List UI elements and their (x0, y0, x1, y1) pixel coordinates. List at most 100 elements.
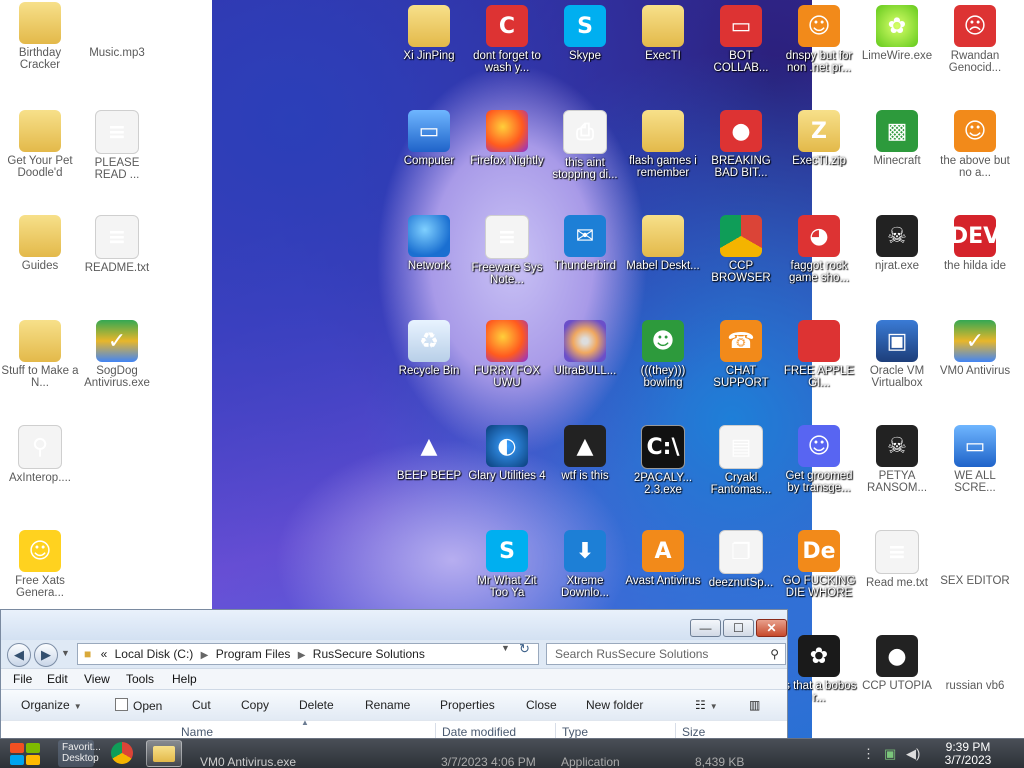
close-folder-button[interactable]: Close (526, 698, 557, 712)
breadcrumb-russecure[interactable]: RusSecure Solutions (313, 647, 425, 661)
desktop-icon[interactable]: Firefox Nightly (468, 110, 546, 167)
new-folder-button[interactable]: New folder (586, 698, 643, 712)
desktop-icon[interactable]: ▣ Oracle VM Virtualbox (858, 320, 936, 389)
desktop-icon[interactable]: ▲ wtf is this (546, 425, 624, 482)
desktop-icon[interactable]: ☺ the above but no a... (936, 110, 1014, 179)
desktop-icon[interactable]: Birthday Cracker (1, 2, 79, 71)
column-divider[interactable] (555, 723, 556, 739)
menu-help[interactable]: Help (172, 672, 197, 686)
breadcrumb-local-disk[interactable]: Local Disk (C:) (115, 647, 194, 661)
open-button[interactable]: Open (115, 698, 162, 713)
desktop-icon[interactable]: ◐ Glary Utilities 4 (468, 425, 546, 482)
minimize-button[interactable]: — (690, 619, 721, 637)
view-options-button[interactable]: ☷ ▼ (695, 698, 718, 712)
column-divider[interactable] (435, 723, 436, 739)
desktop-icon[interactable]: CCP BROWSER (702, 215, 780, 284)
taskbar-explorer[interactable] (146, 740, 182, 767)
desktop-icon[interactable]: ◕ faggot rock game sho... (780, 215, 858, 284)
breadcrumb-separator-icon[interactable]: ▶ (298, 650, 306, 661)
desktop-icon[interactable]: ● BREAKING BAD BIT... (702, 110, 780, 179)
breadcrumb-program-files[interactable]: Program Files (216, 647, 291, 661)
rename-button[interactable]: Rename (365, 698, 410, 712)
desktop-icon[interactable]: Cdont forget to wash y... (468, 5, 546, 74)
desktop-icon[interactable]: ☺ Free Xats Genera... (1, 530, 79, 599)
desktop-icon[interactable]: ♻ Recycle Bin (390, 320, 468, 377)
taskbar-clock[interactable]: 9:39 PM 3/7/2023 (928, 741, 1008, 767)
desktop-icon[interactable]: ▭ WE ALL SCRE... (936, 425, 1014, 494)
desktop-icon[interactable]: ▩ Minecraft (858, 110, 936, 167)
menu-tools[interactable]: Tools (126, 672, 154, 686)
desktop-icon[interactable]: ☻ (((they))) bowling (624, 320, 702, 389)
desktop-icon[interactable]: ☎ CHAT SUPPORT (702, 320, 780, 389)
desktop-icon[interactable]: Xi JinPing (390, 5, 468, 62)
desktop-icon[interactable]: flash games i remember (624, 110, 702, 179)
menu-view[interactable]: View (84, 672, 110, 686)
properties-button[interactable]: Properties (440, 698, 495, 712)
desktop-icon[interactable]: Mabel Deskt... (624, 215, 702, 272)
desktop-icon[interactable]: C:\ 2PACALY... 2.3.exe (624, 425, 702, 496)
desktop-icon[interactable]: S Skype (546, 5, 624, 62)
preview-pane-button[interactable]: ▥ (749, 698, 760, 712)
desktop-icon[interactable]: ≡ README.txt (78, 215, 156, 274)
close-button[interactable]: ✕ (756, 619, 787, 637)
desktop-icon[interactable]: ✓ SogDog Antivirus.exe (78, 320, 156, 389)
desktop-icon[interactable]: ExecTI (624, 5, 702, 62)
back-button[interactable]: ◀ (7, 643, 31, 667)
copy-button[interactable]: Copy (241, 698, 269, 712)
desktop-icon[interactable]: ▭ BOT COLLAB... (702, 5, 780, 74)
desktop-icon[interactable]: ☺ dnspy but for non .net pr... (780, 5, 858, 74)
network-icon[interactable]: ▣ (884, 746, 896, 762)
maximize-button[interactable]: ☐ (723, 619, 754, 637)
desktop-icon[interactable]: ☠ PETYA RANSOM... (858, 425, 936, 494)
refresh-icon[interactable]: ↻ (519, 641, 530, 657)
column-type[interactable]: Type (562, 725, 588, 739)
desktop-icon[interactable]: Get Your Pet Doodle'd (1, 110, 79, 179)
delete-button[interactable]: Delete (299, 698, 334, 712)
address-bar[interactable]: ■ « Local Disk (C:) ▶ Program Files ▶ Ru… (77, 643, 539, 665)
desktop-icon[interactable]: ✓ VM0 Antivirus (936, 320, 1014, 377)
desktop-icon[interactable]: S Mr What Zit Too Ya (468, 530, 546, 599)
desktop-icon[interactable]: ☠ njrat.exe (858, 215, 936, 272)
tray-overflow-icon[interactable]: ⋮ (862, 746, 875, 762)
desktop-icon[interactable]: ☹ Rwandan Genocid... (936, 5, 1014, 74)
volume-icon[interactable]: ◀) (906, 746, 920, 762)
column-divider[interactable] (675, 723, 676, 739)
column-size[interactable]: Size (682, 725, 705, 739)
desktop-icon[interactable]: FREE APPLE GI... (780, 320, 858, 389)
breadcrumb-separator-icon[interactable]: ▶ (201, 650, 209, 661)
desktop-icon[interactable]: UltraBULL... (546, 320, 624, 377)
desktop-icon[interactable]: ▤ Cryakl Fantomas... (702, 425, 780, 496)
desktop-icon[interactable]: Guides (1, 215, 79, 272)
taskbar-chrome[interactable] (104, 740, 140, 767)
desktop-icon[interactable]: ≡ Freeware Sys Note... (468, 215, 546, 286)
menu-edit[interactable]: Edit (47, 672, 68, 686)
desktop-icon[interactable]: FURRY FOX UWU (468, 320, 546, 389)
column-name[interactable]: Name (181, 725, 213, 739)
desktop-icon[interactable]: DEV the hilda ide (936, 215, 1014, 272)
address-dropdown-icon[interactable]: ▼ (501, 643, 510, 653)
menu-file[interactable]: File (13, 672, 32, 686)
explorer-titlebar[interactable]: — ☐ ✕ (1, 610, 787, 640)
taskbar-desktop-app[interactable]: Favorit... Desktop (58, 740, 101, 767)
desktop-icon[interactable]: ❐ deeznutSp... (702, 530, 780, 589)
desktop-icon[interactable]: ✉ Thunderbird (546, 215, 624, 272)
desktop-icon[interactable]: ▲ BEEP BEEP (390, 425, 468, 483)
desktop-icon[interactable]: De GO FUCKING DIE WHORE (780, 530, 858, 599)
start-button[interactable] (8, 741, 42, 767)
organize-button[interactable]: Organize ▼ (21, 698, 82, 712)
desktop-icon[interactable]: Stuff to Make a N... (1, 320, 79, 389)
desktop-icon[interactable]: ⚲ AxInterop.... (1, 425, 79, 484)
desktop-icon[interactable]: Network (390, 215, 468, 272)
desktop-icon[interactable]: HxD SEX EDITOR (936, 530, 1014, 587)
search-icon[interactable]: ⚲ (770, 644, 779, 664)
desktop-icon[interactable]: ● CCP UTOPIA (858, 635, 936, 692)
desktop-icon[interactable]: ▲ Music.mp3 (78, 2, 156, 60)
breadcrumb-overflow[interactable]: « (101, 647, 108, 661)
desktop-icon[interactable]: ▭ Computer (390, 110, 468, 167)
cut-button[interactable]: Cut (192, 698, 211, 712)
recent-pages-dropdown[interactable]: ▼ (61, 648, 70, 658)
desktop-icon[interactable]: ≡ Read me.txt (858, 530, 936, 589)
search-input[interactable]: Search RusSecure Solutions ⚲ (546, 643, 786, 665)
desktop-icon[interactable]: ⎙ this aint stopping di... (546, 110, 624, 181)
desktop-icon[interactable]: ☺ Get groomed by transge... (780, 425, 858, 494)
